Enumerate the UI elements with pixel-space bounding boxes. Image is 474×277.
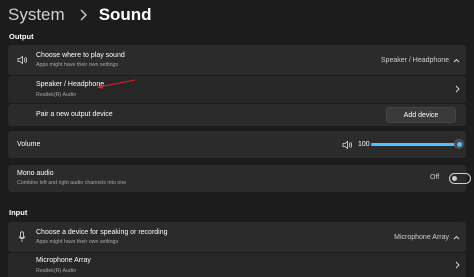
mono-audio-toggle[interactable]: [449, 173, 471, 184]
chevron-up-icon[interactable]: [453, 235, 460, 240]
pair-output-device-row: Pair a new output device Add device: [8, 104, 466, 126]
output-choose-title: Choose where to play sound: [36, 52, 125, 59]
microphone-icon: [18, 231, 26, 242]
volume-row: Volume 100: [8, 131, 466, 158]
chevron-right-icon: [80, 9, 87, 21]
output-device-speaker-headphone[interactable]: Speaker / Headphone Realtek(R) Audio: [8, 76, 466, 103]
mono-audio-title: Mono audio: [17, 170, 54, 177]
mono-audio-subtitle: Combine left and right audio channels in…: [17, 180, 127, 186]
chevron-right-icon[interactable]: [455, 85, 460, 93]
page-title: Sound: [98, 5, 152, 24]
chevron-up-icon[interactable]: [453, 58, 460, 63]
speaker-icon: [17, 55, 27, 65]
output-device-title: Speaker / Headphone: [36, 81, 105, 88]
output-device-subtitle: Realtek(R) Audio: [36, 92, 77, 98]
input-device-microphone-array[interactable]: Microphone Array Realtek(R) Audio: [8, 253, 466, 277]
input-selected-device: Microphone Array: [394, 234, 449, 241]
output-selected-device: Speaker / Headphone: [380, 57, 449, 64]
add-device-button[interactable]: Add device: [386, 107, 456, 123]
input-choose-card[interactable]: Choose a device for speaking or recordin…: [8, 222, 466, 252]
volume-icon[interactable]: [342, 140, 353, 150]
mono-audio-row: Mono audio Combine left and right audio …: [8, 165, 471, 192]
annotation-arrow: [97, 79, 136, 89]
pair-output-device-title: Pair a new output device: [36, 111, 113, 118]
output-choose-subtitle: Apps might have their own settings: [36, 62, 119, 68]
chevron-right-icon[interactable]: [455, 261, 460, 269]
input-device-title: Microphone Array: [36, 257, 91, 264]
volume-value: 100: [358, 141, 370, 148]
output-choose-card[interactable]: Choose where to play sound Apps might ha…: [8, 45, 466, 75]
input-device-subtitle: Realtek(R) Audio: [36, 268, 77, 274]
volume-title: Volume: [17, 141, 41, 148]
volume-slider[interactable]: [371, 139, 464, 149]
input-choose-subtitle: Apps might have their own settings: [36, 239, 119, 245]
input-choose-title: Choose a device for speaking or recordin…: [36, 229, 168, 236]
breadcrumb: System Sound: [8, 2, 152, 28]
output-section-title: Output: [9, 32, 34, 41]
input-section-title: Input: [9, 208, 28, 217]
volume-slider-thumb[interactable]: [454, 139, 464, 149]
mono-audio-state: Off: [430, 174, 440, 181]
volume-slider-fill: [371, 143, 459, 146]
toggle-knob: [452, 176, 457, 181]
breadcrumb-system[interactable]: System: [8, 5, 65, 25]
